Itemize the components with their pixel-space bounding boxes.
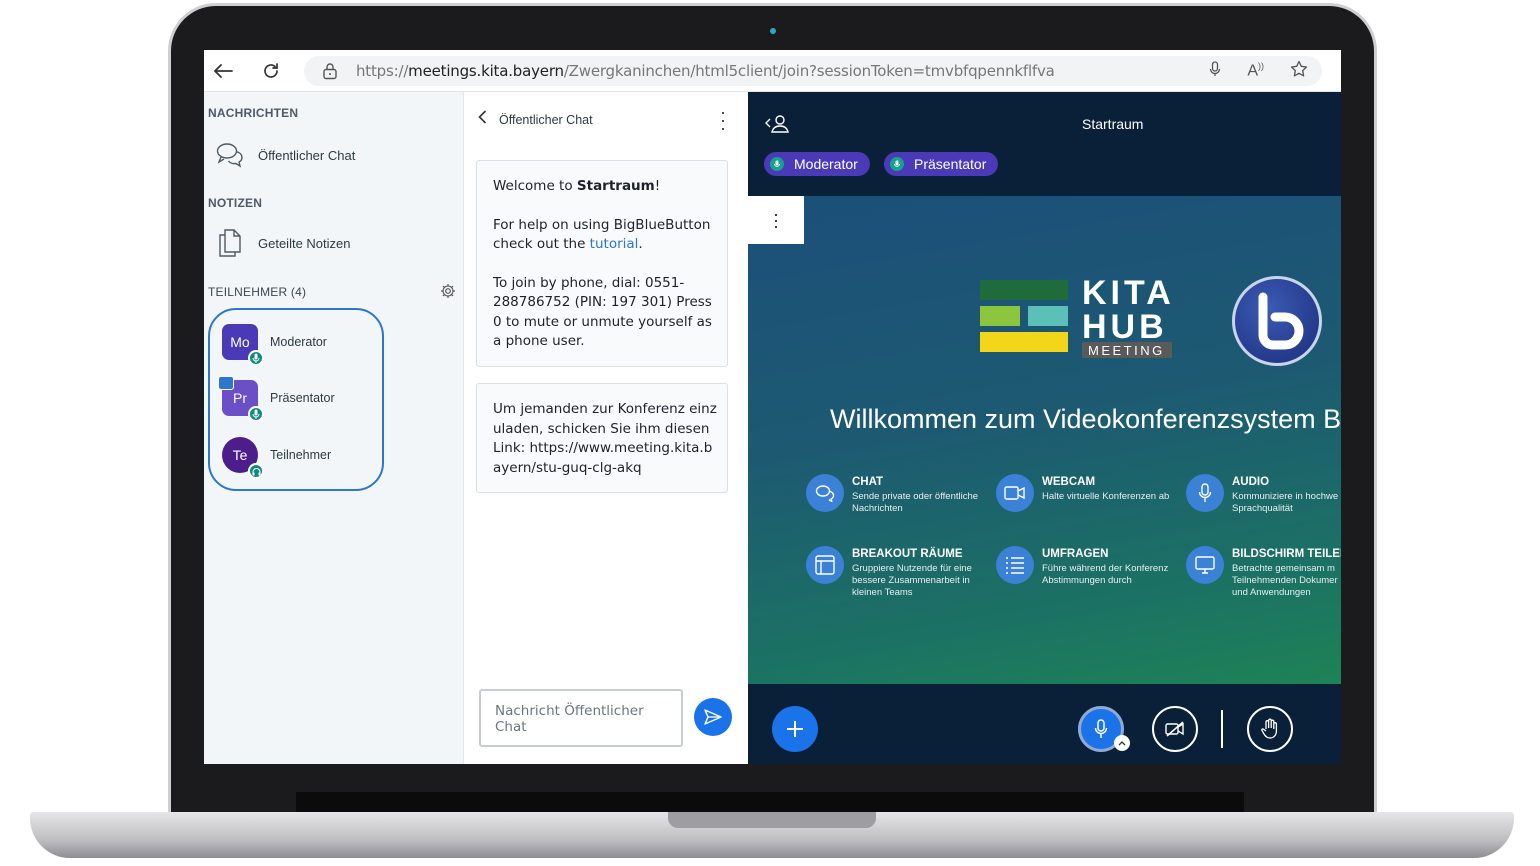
mic-icon: [890, 157, 904, 171]
action-bar: [748, 684, 1341, 764]
user-name: Moderator: [270, 335, 327, 349]
talking-indicator-moderator[interactable]: Moderator: [764, 152, 870, 176]
user-item-presenter[interactable]: Pr Präsentator: [218, 376, 335, 422]
talking-indicator-presenter[interactable]: Präsentator: [884, 152, 999, 176]
url-text: https://meetings.kita.bayern/Zwergkaninc…: [356, 62, 1055, 80]
webcam-off-button[interactable]: [1152, 706, 1198, 752]
mic-status-icon: [248, 406, 264, 422]
sidebar-item-label: Geteilte Notizen: [258, 235, 351, 251]
svg-text:KITA: KITA: [1082, 276, 1175, 312]
main-area: Startraum Moderator Präsentator · · · KITA…: [748, 92, 1341, 764]
tutorial-link[interactable]: tutorial: [590, 236, 639, 252]
screen-icon: [1186, 546, 1224, 584]
actions-plus-button[interactable]: [772, 706, 818, 752]
user-name: Teilnehmer: [270, 448, 332, 462]
lock-icon: [323, 63, 337, 80]
bigbluebutton-logo: [1232, 276, 1322, 366]
read-aloud-icon[interactable]: A)): [1247, 61, 1264, 80]
sidebar: NACHRICHTEN Öffentlicher Chat NOTIZEN Ge…: [204, 92, 463, 764]
mic-icon: [1094, 719, 1108, 738]
avatar: Pr: [218, 376, 264, 422]
participants-section-title: TEILNEHMER (4): [208, 285, 307, 299]
back-arrow-icon[interactable]: [206, 54, 240, 88]
room-title: Startraum: [1082, 116, 1144, 132]
browser-toolbar: https://meetings.kita.bayern/Zwergkaninc…: [204, 50, 1341, 92]
kita-hub-logo: KITA HUB MEETING: [980, 274, 1190, 371]
feature-breakout: BREAKOUT RÄUME Gruppiere Nutzende für ein…: [806, 546, 980, 599]
slide-options-icon[interactable]: · · ·: [748, 196, 804, 244]
chat-bubbles-icon: [216, 143, 243, 168]
sidebar-item-label: Öffentlicher Chat: [258, 147, 356, 163]
user-name: Präsentator: [270, 391, 335, 405]
feature-webcam: WEBCAM Halte virtuelle Konferenzen ab: [996, 474, 1182, 512]
svg-text:MEETING: MEETING: [1088, 343, 1165, 358]
laptop-bezel: [296, 792, 1244, 812]
invite-message: Um jemanden zur Konferenz einzuladen, sc…: [476, 383, 728, 493]
send-button[interactable]: [694, 698, 732, 736]
chat-message-input[interactable]: Nachricht Öffentlicher Chat: [479, 689, 683, 747]
mic-icon[interactable]: [1209, 61, 1221, 81]
webcam-icon: [996, 474, 1034, 512]
mic-icon: [1186, 474, 1224, 512]
feature-screenshare: BILDSCHIRM TEILEI Betrachte gemeinsam m T…: [1186, 546, 1341, 599]
presenter-icon: [218, 376, 234, 390]
avatar: Mo: [222, 324, 264, 366]
favorite-star-icon[interactable]: [1290, 60, 1308, 82]
headphones-icon: [248, 463, 264, 479]
sidebar-item-public-chat[interactable]: Öffentlicher Chat: [216, 142, 355, 168]
chevron-left-icon[interactable]: [478, 110, 487, 129]
feature-polls: UMFRAGEN Führe während der Konferenz Abst…: [996, 546, 1182, 587]
slide-welcome-text: Willkommen zum Videokonferenzsystem B: [830, 404, 1341, 434]
webcam-off-icon: [1165, 721, 1184, 737]
user-item-moderator[interactable]: Mo Moderator: [222, 324, 327, 366]
breakout-icon: [806, 546, 844, 584]
camera-icon: [770, 28, 776, 34]
send-icon: [704, 709, 722, 725]
notes-icon: [219, 229, 241, 257]
screen: https://meetings.kita.bayern/Zwergkaninc…: [204, 50, 1341, 764]
toolbar-divider: [1221, 710, 1223, 748]
notes-section-title: NOTIZEN: [208, 196, 263, 210]
svg-text:HUB: HUB: [1082, 308, 1168, 346]
reload-icon[interactable]: [254, 54, 288, 88]
poll-icon: [996, 546, 1034, 584]
avatar: Te: [222, 437, 264, 479]
mic-icon: [770, 157, 784, 171]
laptop-notch: [668, 812, 876, 828]
chat-panel: Öffentlicher Chat · · · Welcome to Startra…: [463, 92, 748, 764]
sidebar-item-shared-notes[interactable]: Geteilte Notizen: [216, 228, 351, 258]
gear-icon[interactable]: [440, 283, 456, 299]
mic-status-icon: [248, 350, 264, 366]
feature-audio: AUDIO Kommuniziere in hochwe Sprachqualit…: [1186, 474, 1341, 515]
welcome-message: Welcome to Startraum! For help on using …: [476, 160, 728, 367]
address-bar[interactable]: https://meetings.kita.bayern/Zwergkaninc…: [304, 56, 1322, 86]
more-options-icon[interactable]: · · ·: [720, 103, 726, 137]
user-item-participant[interactable]: Te Teilnehmer: [222, 437, 332, 479]
feature-chat: CHAT Sende private oder öffentliche Nachr…: [806, 474, 992, 515]
raise-hand-button[interactable]: [1247, 706, 1293, 752]
chat-title: Öffentlicher Chat: [499, 112, 593, 127]
chat-icon: [806, 474, 844, 512]
chat-header[interactable]: Öffentlicher Chat: [478, 110, 593, 129]
messages-section-title: NACHRICHTEN: [208, 106, 299, 120]
user-list-toggle-icon[interactable]: [764, 114, 790, 139]
raise-hand-icon: [1261, 718, 1278, 739]
chevron-up-icon[interactable]: [1114, 735, 1130, 751]
presentation-slide: · · · KITA HUB MEETING Willkommen zum Vide…: [748, 196, 1341, 684]
